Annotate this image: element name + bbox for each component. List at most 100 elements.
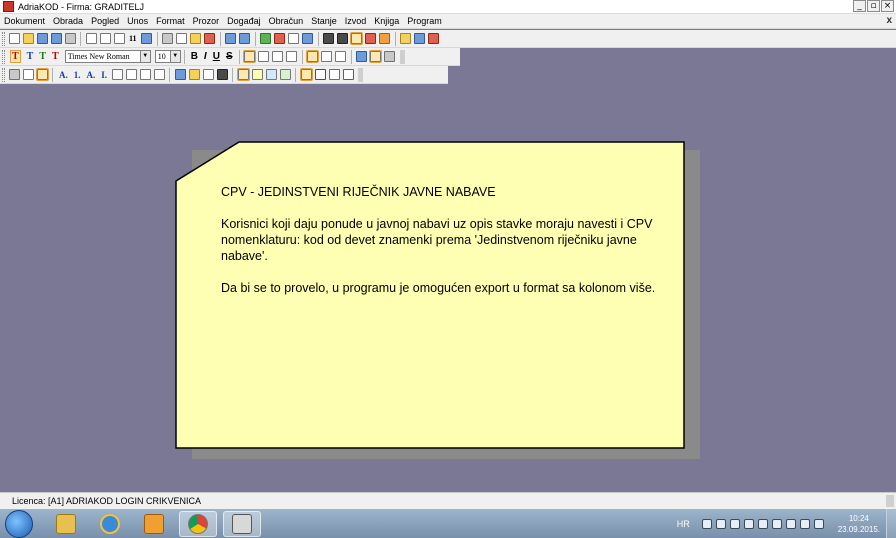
find-next-icon[interactable]: [113, 33, 125, 44]
insert-picture-icon[interactable]: [202, 69, 214, 80]
windows-start-icon[interactable]: [5, 509, 33, 538]
image-icon[interactable]: [8, 69, 20, 80]
new-document-icon[interactable]: [8, 33, 20, 44]
align-center-icon[interactable]: [258, 51, 270, 62]
text-color-button[interactable]: T: [10, 50, 21, 63]
toolbar-grip[interactable]: [2, 31, 5, 46]
printer-small-icon[interactable]: [216, 69, 228, 80]
menu-knjiga[interactable]: Knjiga: [370, 16, 403, 26]
border-blue-icon[interactable]: [314, 69, 326, 80]
clock[interactable]: 10:24 23.09.2015.: [838, 513, 880, 535]
menu-dokument[interactable]: Dokument: [0, 16, 49, 26]
fill-lightblue-icon[interactable]: [265, 69, 277, 80]
find-icon[interactable]: [99, 33, 111, 44]
copy-window-icon[interactable]: [323, 33, 335, 44]
paste-icon[interactable]: [190, 33, 202, 44]
toolbar-overflow[interactable]: [358, 67, 364, 82]
border-red-icon[interactable]: [342, 69, 354, 80]
align-justify-icon[interactable]: [286, 51, 298, 62]
link-icon[interactable]: [356, 51, 368, 62]
tray-network-app-icon[interactable]: [715, 518, 726, 529]
chevron-down-icon[interactable]: ▼: [139, 51, 150, 62]
list-lower-alpha-button[interactable]: A.: [87, 70, 96, 80]
tray-network-icon[interactable]: [799, 518, 810, 529]
delete-icon[interactable]: [204, 33, 216, 44]
font-size-select[interactable]: 10 ▼: [154, 50, 181, 63]
truck-icon[interactable]: [337, 33, 349, 44]
refresh-icon[interactable]: [260, 33, 272, 44]
highlight-pen-icon[interactable]: [369, 50, 383, 63]
user-icon[interactable]: [365, 33, 377, 44]
note-icon[interactable]: [188, 69, 200, 80]
border-orange-icon[interactable]: [299, 68, 313, 81]
taskbar-ie[interactable]: [91, 511, 129, 537]
chevron-down-icon[interactable]: ▼: [169, 51, 180, 62]
italic-button[interactable]: I: [204, 51, 207, 62]
fill-lightgreen-icon[interactable]: [279, 69, 291, 80]
print-icon[interactable]: [64, 33, 76, 44]
menu-pogled[interactable]: Pogled: [87, 16, 123, 26]
mdi-close-icon[interactable]: x: [886, 15, 892, 26]
text-block-icon[interactable]: [35, 68, 49, 81]
home-icon[interactable]: [274, 33, 286, 44]
taskbar-adriakod[interactable]: [223, 510, 261, 537]
taskbar-chrome[interactable]: [179, 510, 217, 537]
menu-unos[interactable]: Unos: [123, 16, 152, 26]
align-left-icon[interactable]: [243, 50, 257, 63]
tray-app-icon[interactable]: [701, 518, 712, 529]
align-right-icon[interactable]: [272, 51, 284, 62]
menu-obrada[interactable]: Obrada: [49, 16, 87, 26]
menu-dogadaj[interactable]: Događaj: [223, 16, 265, 26]
list-numeric-button[interactable]: 1.: [74, 70, 81, 80]
menu-stanje[interactable]: Stanje: [307, 16, 341, 26]
outline-list-icon[interactable]: [125, 69, 137, 80]
show-desktop-button[interactable]: [886, 509, 896, 538]
check-icon[interactable]: [414, 33, 426, 44]
strikethrough-button[interactable]: S: [226, 51, 233, 62]
toolbar-overflow[interactable]: [399, 49, 405, 64]
fill-yellow-icon[interactable]: [236, 68, 250, 81]
underline-button[interactable]: U: [213, 51, 220, 62]
tray-security-icon[interactable]: [729, 518, 740, 529]
zoom-icon[interactable]: [350, 32, 364, 45]
toolbar-grip[interactable]: [2, 49, 5, 64]
valign-dropdown-icon[interactable]: [306, 50, 320, 63]
tray-dropbox-icon[interactable]: [771, 518, 782, 529]
help-icon[interactable]: [400, 33, 412, 44]
maximize-button[interactable]: ▫: [867, 0, 880, 12]
fill-lightyellow-icon[interactable]: [251, 69, 263, 80]
frame-icon[interactable]: [174, 69, 186, 80]
copy-icon[interactable]: [176, 33, 188, 44]
open-folder-icon[interactable]: [22, 33, 34, 44]
border-green-icon[interactable]: [328, 69, 340, 80]
page-number-button[interactable]: 11: [129, 34, 137, 43]
menu-program[interactable]: Program: [403, 16, 446, 26]
taskbar-explorer[interactable]: [47, 511, 85, 537]
menu-izvod[interactable]: Izvod: [341, 16, 371, 26]
taskbar-media[interactable]: [135, 511, 173, 537]
language-indicator[interactable]: HR: [677, 519, 690, 529]
tray-update-icon[interactable]: [743, 518, 754, 529]
font-name-select[interactable]: Times New Roman ▼: [64, 50, 151, 63]
numbered-list-icon[interactable]: [111, 69, 123, 80]
save-all-icon[interactable]: [50, 33, 62, 44]
calculator-icon[interactable]: [302, 33, 314, 44]
valign-top-icon[interactable]: [335, 51, 347, 62]
toolbar-grip[interactable]: [2, 67, 5, 82]
menu-obracun[interactable]: Obračun: [265, 16, 308, 26]
tray-flag-icon[interactable]: [813, 518, 824, 529]
columns-icon[interactable]: [141, 33, 153, 44]
window-icon[interactable]: [288, 33, 300, 44]
print-preview-icon[interactable]: [85, 33, 97, 44]
eraser-icon[interactable]: [384, 51, 396, 62]
text-color-red-button[interactable]: T: [52, 51, 59, 62]
text-color-blue-button[interactable]: T: [27, 51, 34, 62]
minimize-button[interactable]: _: [853, 0, 866, 12]
paragraph-icon[interactable]: [22, 69, 34, 80]
text-color-green-button[interactable]: T: [39, 51, 46, 62]
list-upper-alpha-button[interactable]: A.: [59, 70, 68, 80]
bullet-list-icon[interactable]: [139, 69, 151, 80]
redo-icon[interactable]: [239, 33, 251, 44]
list-roman-button[interactable]: I.: [101, 70, 107, 80]
save-icon[interactable]: [36, 33, 48, 44]
